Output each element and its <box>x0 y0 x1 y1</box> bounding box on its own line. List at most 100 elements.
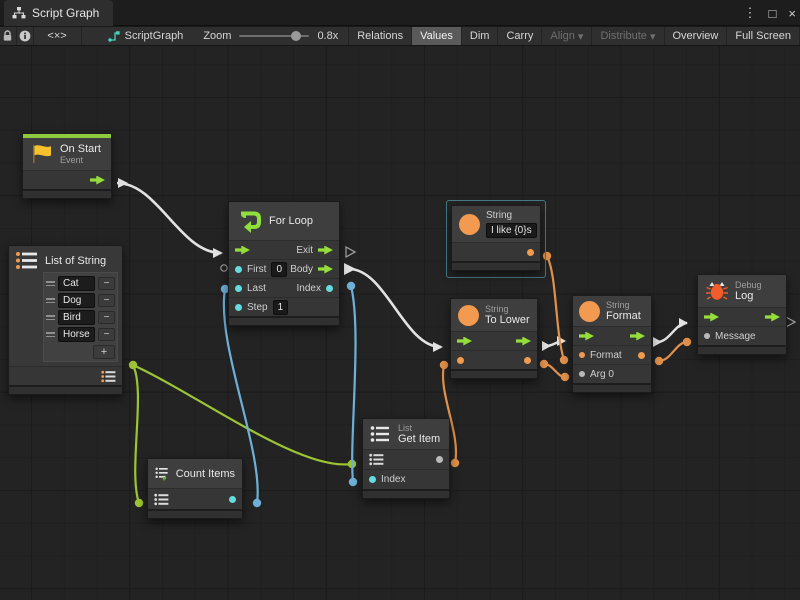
node-title: Get Item <box>398 433 440 445</box>
wire-arrowhead <box>213 248 223 258</box>
drag-handle-icon[interactable] <box>46 315 55 320</box>
string-type-icon <box>458 305 479 326</box>
node-title: Log <box>735 290 762 302</box>
flow-out-port[interactable] <box>90 176 105 185</box>
step-port[interactable] <box>235 304 242 311</box>
flow-in-port[interactable] <box>457 337 472 346</box>
string-in-port[interactable] <box>457 357 464 364</box>
port-row <box>451 331 537 350</box>
flow-in-port[interactable] <box>704 313 719 322</box>
node-title: On Start <box>60 143 101 155</box>
info-icon <box>19 30 31 42</box>
exit-flow-port[interactable] <box>318 246 333 255</box>
remove-item-button[interactable]: − <box>98 311 115 324</box>
count-out-port[interactable] <box>229 496 236 503</box>
node-to-lower[interactable]: String To Lower <box>450 298 538 379</box>
port-label: Index <box>297 283 321 294</box>
port-row: Exit <box>229 240 339 259</box>
lock-button[interactable] <box>0 27 17 45</box>
node-list-of-string[interactable]: List of String Cat − Dog − Bird − <box>8 245 123 395</box>
node-count-items[interactable]: # Count Items <box>147 458 243 519</box>
wire-list-to-getitem <box>133 365 351 464</box>
zoom-control: Zoom 0.8x <box>193 27 349 45</box>
node-on-start[interactable]: On Start Event <box>22 133 112 199</box>
drag-handle-icon[interactable] <box>46 332 55 337</box>
code-preview-button[interactable]: <×> <box>34 27 82 45</box>
zoom-slider[interactable] <box>239 35 309 37</box>
flow-out-port[interactable] <box>765 313 780 322</box>
graph-breadcrumb[interactable]: ScriptGraph <box>97 27 194 45</box>
toolbar-button-fullscreen[interactable]: Full Screen <box>727 27 800 45</box>
toolbar-button-carry[interactable]: Carry <box>498 27 542 45</box>
port-row: First0 Body <box>229 259 339 278</box>
body-port-triangle[interactable] <box>344 263 356 275</box>
drag-handle-icon[interactable] <box>46 298 55 303</box>
node-footer <box>698 345 786 354</box>
toolbar-button-dim[interactable]: Dim <box>462 27 499 45</box>
arg0-in-port[interactable] <box>579 371 585 377</box>
body-flow-port[interactable] <box>318 265 333 274</box>
node-for-loop[interactable]: For Loop Exit First0 Body Last Index Ste… <box>228 201 340 326</box>
first-value-field[interactable]: 0 <box>271 262 287 277</box>
list-in-port[interactable] <box>369 453 384 466</box>
toolbar-button-align[interactable]: Align ▾ <box>542 27 592 45</box>
step-value-field[interactable]: 1 <box>273 300 289 315</box>
menu-icon[interactable]: ⋮ <box>744 5 757 21</box>
remove-item-button[interactable]: − <box>98 328 115 341</box>
list-in-port[interactable] <box>154 493 169 506</box>
index-port[interactable] <box>326 285 333 292</box>
list-item-field[interactable]: Cat <box>58 276 95 291</box>
list-out-port[interactable] <box>101 370 116 383</box>
node-type-label: String <box>486 211 537 221</box>
remove-item-button[interactable]: − <box>98 277 115 290</box>
node-string-literal[interactable]: String I like {0}s <box>451 205 541 271</box>
format-in-port[interactable] <box>579 352 585 358</box>
node-footer <box>452 261 540 270</box>
zoom-slider-knob[interactable] <box>291 31 301 41</box>
flow-out-port[interactable] <box>516 337 531 346</box>
list-item-field[interactable]: Horse <box>58 327 95 342</box>
add-item-button[interactable]: + <box>93 345 115 359</box>
string-out-port[interactable] <box>527 249 534 256</box>
port-row: Step1 <box>229 297 339 316</box>
loop-icon <box>237 208 263 234</box>
maximize-icon[interactable]: □ <box>769 6 777 21</box>
close-icon[interactable]: × <box>788 6 796 21</box>
first-port[interactable] <box>235 266 242 273</box>
button-label: Values <box>420 30 453 42</box>
node-format[interactable]: String Format Format Arg 0 <box>572 295 652 393</box>
log-exit-port-triangle[interactable] <box>786 317 795 327</box>
wire-endpoint <box>129 361 137 369</box>
toolbar-button-values[interactable]: Values <box>412 27 462 45</box>
list-item-field[interactable]: Bird <box>58 310 95 325</box>
drag-handle-icon[interactable] <box>46 281 55 286</box>
node-get-item[interactable]: List Get Item Index <box>362 418 450 499</box>
message-in-port[interactable] <box>704 333 710 339</box>
port-label: Index <box>381 474 405 485</box>
string-value-field[interactable]: I like {0}s <box>486 223 537 238</box>
toolbar-button-relations[interactable]: Relations <box>349 27 412 45</box>
wire-endpoint <box>683 338 691 346</box>
svg-text:#: # <box>162 474 166 483</box>
toolbar-button-distribute[interactable]: Distribute ▾ <box>592 27 664 45</box>
port-label: Body <box>290 264 313 275</box>
result-out-port[interactable] <box>524 357 531 364</box>
tab-script-graph[interactable]: Script Graph <box>4 0 113 26</box>
exit-port-triangle[interactable] <box>346 247 355 257</box>
result-out-port[interactable] <box>638 352 645 359</box>
first-port-circle[interactable] <box>221 265 227 271</box>
list-item-field[interactable]: Dog <box>58 293 95 308</box>
item-out-port[interactable] <box>436 456 443 463</box>
flow-in-port[interactable] <box>579 332 594 341</box>
info-button[interactable] <box>17 27 34 45</box>
toolbar-button-overview[interactable]: Overview <box>665 27 728 45</box>
last-port[interactable] <box>235 285 242 292</box>
remove-item-button[interactable]: − <box>98 294 115 307</box>
flow-out-port[interactable] <box>630 332 645 341</box>
flow-in-port[interactable] <box>235 246 250 255</box>
index-in-port[interactable] <box>369 476 376 483</box>
graph-canvas[interactable]: On Start Event List of String <box>0 46 800 600</box>
node-log[interactable]: Debug Log Message <box>697 274 787 355</box>
node-title: Format <box>606 310 641 322</box>
zoom-value: 0.8x <box>317 30 338 42</box>
